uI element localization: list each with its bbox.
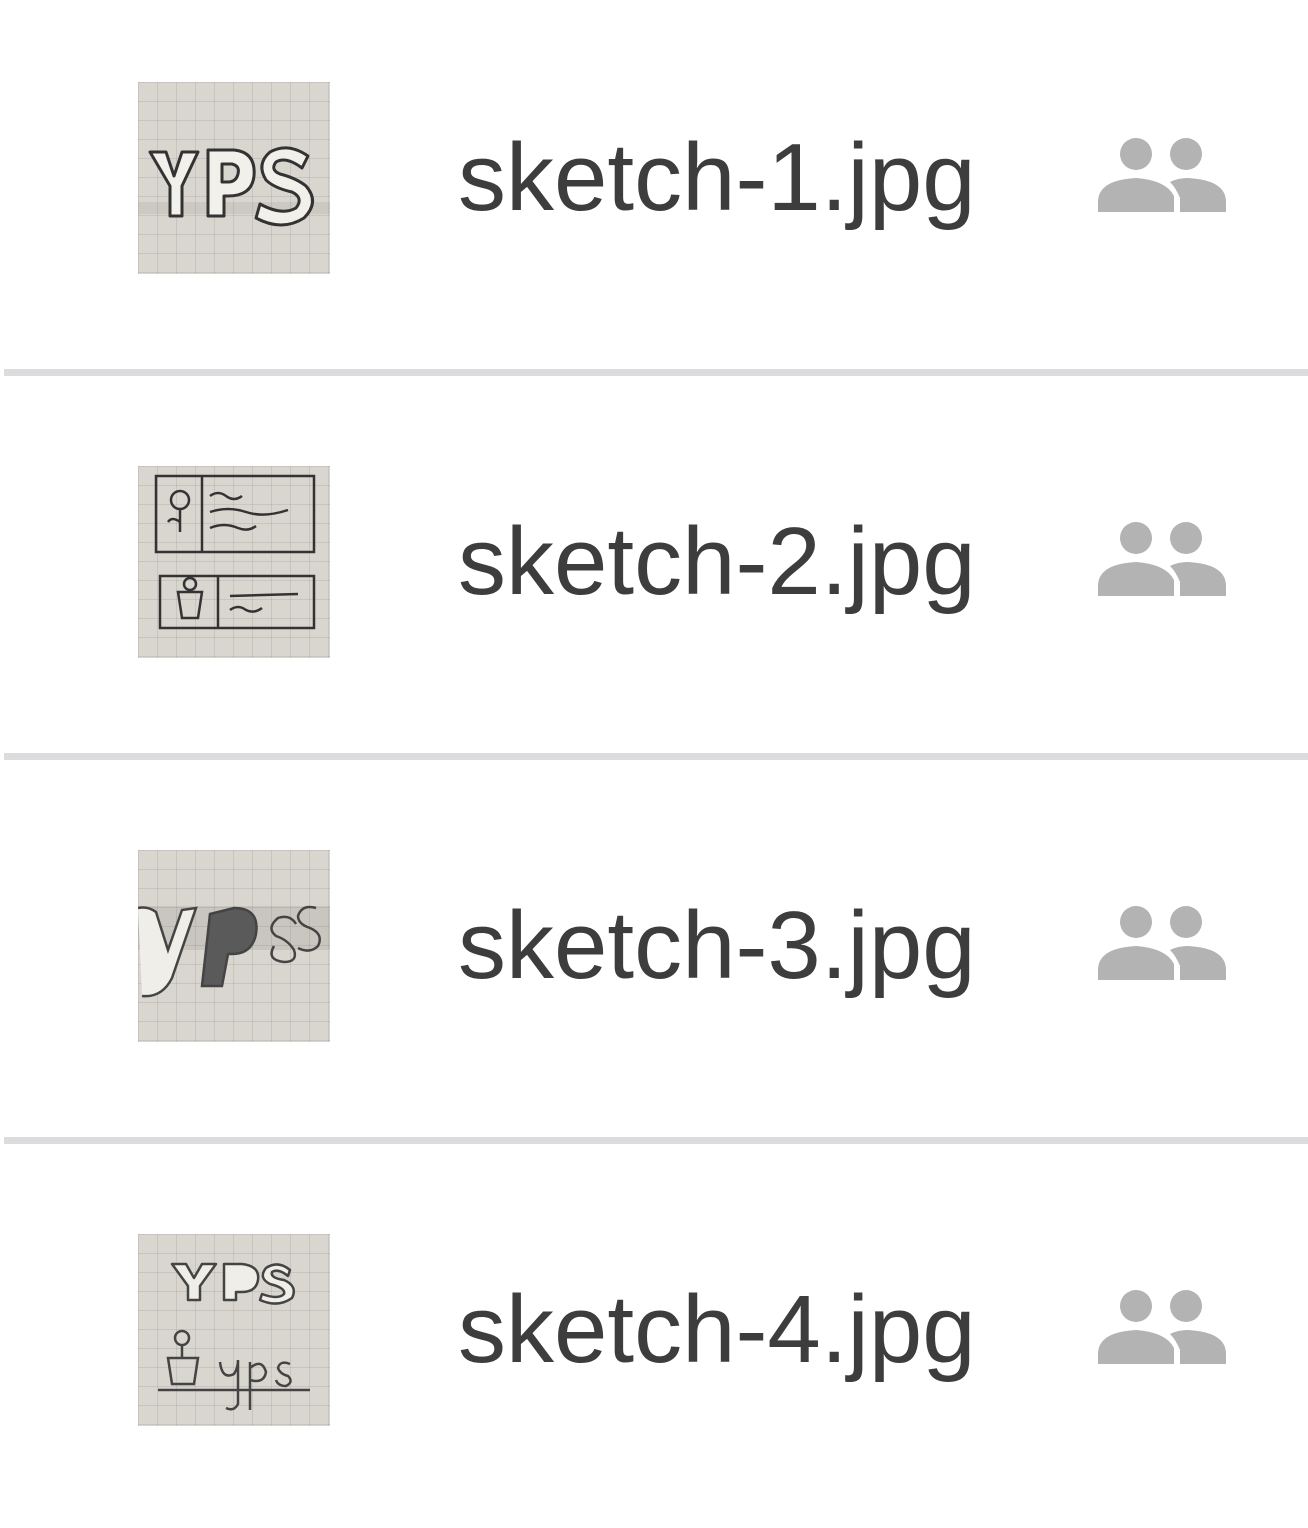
- file-thumbnail[interactable]: [138, 466, 330, 658]
- shared-people-icon[interactable]: [1096, 1288, 1228, 1364]
- sketch-thumbnail-image: [154, 474, 316, 630]
- file-row-sketch-2[interactable]: sketch-2.jpg: [0, 376, 1308, 760]
- file-list: sketch-1.jpg sketch-2.jpg sketch-3.jpg s…: [0, 0, 1308, 1496]
- file-name[interactable]: sketch-2.jpg: [458, 506, 976, 618]
- file-name[interactable]: sketch-3.jpg: [458, 890, 976, 1002]
- file-name[interactable]: sketch-4.jpg: [458, 1274, 976, 1386]
- row-divider: [4, 753, 1308, 760]
- sketch-thumbnail-image: [138, 905, 330, 998]
- sketch-thumbnail-image: [138, 146, 330, 227]
- file-thumbnail[interactable]: [138, 82, 330, 274]
- file-thumbnail[interactable]: [138, 850, 330, 1042]
- row-divider: [4, 1137, 1308, 1144]
- row-divider: [4, 369, 1308, 376]
- file-name[interactable]: sketch-1.jpg: [458, 122, 976, 234]
- file-row-sketch-4[interactable]: sketch-4.jpg: [0, 1144, 1308, 1528]
- file-thumbnail[interactable]: [138, 1234, 330, 1426]
- file-row-sketch-3[interactable]: sketch-3.jpg: [0, 760, 1308, 1144]
- shared-people-icon[interactable]: [1096, 136, 1228, 212]
- shared-people-icon[interactable]: [1096, 904, 1228, 980]
- file-row-sketch-1[interactable]: sketch-1.jpg: [0, 0, 1308, 376]
- shared-people-icon[interactable]: [1096, 520, 1228, 596]
- sketch-thumbnail-image: [158, 1262, 310, 1411]
